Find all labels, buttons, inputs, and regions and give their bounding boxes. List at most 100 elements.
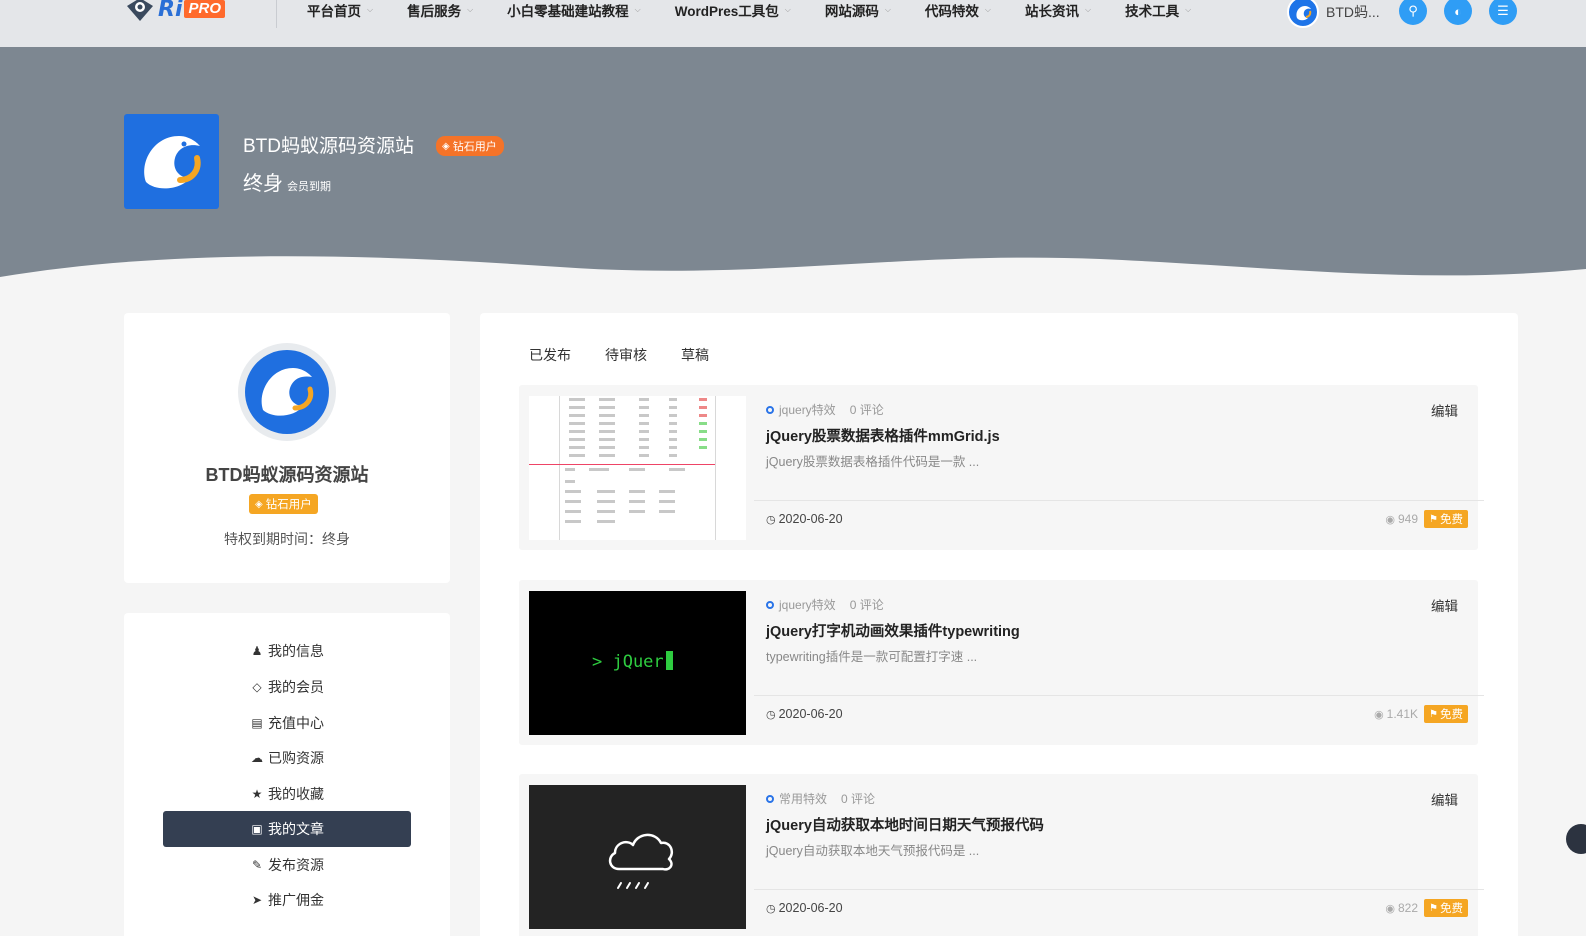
search-button[interactable]: ⚲ xyxy=(1399,0,1427,25)
profile-card: BTD蚂蚁源码资源站 ◈ 钻石用户 特权到期时间：终身 xyxy=(124,313,450,583)
hero-user-name: BTD蚂蚁源码资源站 xyxy=(243,136,415,157)
nav-label: 代码特效 xyxy=(924,4,979,19)
tab-published[interactable]: 已发布 xyxy=(529,345,571,365)
article-date-text: 2020-06-20 xyxy=(778,707,843,721)
chevron-down-icon: ⌵ xyxy=(367,5,374,14)
nav-item-source-code[interactable]: 网站源码 ⌵ xyxy=(825,0,891,20)
article-excerpt: jQuery股票数据表格插件代码是一款 ... xyxy=(766,455,980,469)
menu-item-my-membership[interactable]: ◇ 我的会员 xyxy=(163,669,411,705)
views-count: 949 xyxy=(1398,512,1419,526)
article-excerpt: typewriting插件是一款可配置打字速 ... xyxy=(766,650,978,664)
theme-toggle-button[interactable]: ◐ xyxy=(1444,0,1472,25)
logo-icon xyxy=(127,0,153,21)
article-date: ◷ 2020-06-20 xyxy=(766,901,843,915)
nav-label: WordPres工具包 xyxy=(674,4,779,19)
menu-item-recharge[interactable]: ▤ 充值中心 xyxy=(163,705,411,741)
edit-article-link[interactable]: 编辑 xyxy=(1431,400,1458,420)
logo-text-ri: Ri xyxy=(158,0,183,22)
cursor-block xyxy=(665,651,673,670)
nav-item-wordpress-tools[interactable]: WordPres工具包 ⌵ xyxy=(675,0,791,20)
menu-label: 推广佣金 xyxy=(268,892,324,908)
tab-pending[interactable]: 待审核 xyxy=(605,345,647,365)
menu-item-my-articles[interactable]: ▣ 我的文章 xyxy=(163,811,411,847)
article-item: > jQuer jquery特效 0 评论 编辑 jQuery打字机动画效果插件… xyxy=(519,580,1484,745)
nav-item-webmaster-news[interactable]: 站长资讯 ⌵ xyxy=(1025,0,1091,20)
main-nav: 平台首页 ⌵ 售后服务 ⌵ 小白零基础建站教程 ⌵ WordPres工具包 ⌵ 网站源码… xyxy=(307,0,1225,22)
nav-label: 小白零基础建站教程 xyxy=(507,4,629,19)
profile-user-name: BTD蚂蚁源码资源站 xyxy=(205,465,369,485)
price-label: 免费 xyxy=(1440,709,1463,721)
expiry-label: 会员到期 xyxy=(287,181,331,193)
cloud-download-icon: ☁ xyxy=(251,751,263,765)
nav-item-after-sales[interactable]: 售后服务 ⌵ xyxy=(407,0,473,20)
hero-wave-divider xyxy=(0,256,1586,287)
article-category[interactable]: 常用特效 xyxy=(779,790,827,807)
menu-item-purchased[interactable]: ☁ 已购资源 xyxy=(163,740,411,776)
typewriter-text: > jQuer xyxy=(592,652,664,672)
tab-drafts[interactable]: 草稿 xyxy=(681,345,709,365)
eye-icon: ◉ xyxy=(1374,708,1384,721)
chevron-down-icon: ⌵ xyxy=(984,5,991,14)
article-category[interactable]: jquery特效 xyxy=(779,401,836,418)
nav-item-home[interactable]: 平台首页 ⌵ xyxy=(307,0,373,20)
article-stats: ◉ 1.41K ⚑ 免费 xyxy=(1374,705,1468,723)
clock-icon: ◷ xyxy=(766,708,776,721)
expiry-value: 终身 xyxy=(243,173,283,195)
user-name: BTD蚂... xyxy=(1326,4,1380,20)
price-badge: ⚑ 免费 xyxy=(1424,899,1468,917)
article-views: ◉ 1.41K xyxy=(1374,707,1418,721)
nav-item-code-effects[interactable]: 代码特效 ⌵ xyxy=(925,0,991,20)
list-menu-button[interactable]: ☰ xyxy=(1489,0,1517,25)
nav-item-tutorials[interactable]: 小白零基础建站教程 ⌵ xyxy=(507,0,641,20)
user-menu[interactable]: BTD蚂... xyxy=(1287,0,1380,28)
article-divider xyxy=(754,695,1484,696)
chevron-down-icon: ⌵ xyxy=(884,5,891,14)
article-date-text: 2020-06-20 xyxy=(778,901,843,915)
chevron-down-icon: ⌵ xyxy=(1085,5,1092,14)
user-menu-card: ♟ 我的信息 ◇ 我的会员 ▤ 充值中心 ☁ 已购资源 ★ 我的收藏 ▣ 我的文章 ✎ 发布资… xyxy=(124,613,450,936)
nav-label: 网站源码 xyxy=(824,4,879,19)
menu-item-publish[interactable]: ✎ 发布资源 xyxy=(163,847,411,883)
category-dot-icon xyxy=(766,405,774,414)
nav-label: 平台首页 xyxy=(307,4,361,19)
clock-icon: ◷ xyxy=(766,902,776,915)
back-to-top-button[interactable] xyxy=(1566,824,1586,854)
logo-text-pro: PRO xyxy=(184,0,225,18)
article-category[interactable]: jquery特效 xyxy=(779,596,836,613)
chevron-down-icon: ⌵ xyxy=(1185,5,1192,14)
chevron-down-icon: ⌵ xyxy=(784,5,791,14)
menu-item-favorites[interactable]: ★ 我的收藏 xyxy=(163,776,411,812)
paper-plane-icon: ➤ xyxy=(251,893,263,907)
tag-icon: ⚑ xyxy=(1429,902,1438,914)
menu-label: 我的会员 xyxy=(268,679,324,695)
menu-item-commission[interactable]: ➤ 推广佣金 xyxy=(163,882,411,918)
pencil-icon: ✎ xyxy=(251,858,263,872)
article-stats: ◉ 822 ⚑ 免费 xyxy=(1385,899,1468,917)
article-thumbnail[interactable]: > jQuer xyxy=(529,591,746,735)
edit-article-link[interactable]: 编辑 xyxy=(1431,789,1458,809)
site-logo[interactable]: Ri PRO xyxy=(124,0,225,24)
article-date: ◷ 2020-06-20 xyxy=(766,707,843,721)
article-title[interactable]: jQuery自动获取本地时间日期天气预报代码 xyxy=(766,814,1044,835)
menu-item-my-info[interactable]: ♟ 我的信息 xyxy=(163,633,411,669)
article-title[interactable]: jQuery打字机动画效果插件typewriting xyxy=(766,620,1020,641)
article-status-tabs: 已发布 待审核 草稿 xyxy=(529,345,743,365)
clock-icon: ◷ xyxy=(766,513,776,526)
diamond-icon: ◈ xyxy=(442,140,450,152)
article-title[interactable]: jQuery股票数据表格插件mmGrid.js xyxy=(766,425,1000,446)
article-thumbnail[interactable] xyxy=(529,785,746,929)
article-meta: 常用特效 0 评论 xyxy=(766,790,875,807)
nav-item-tech-tools[interactable]: 技术工具 ⌵ xyxy=(1125,0,1191,20)
category-dot-icon xyxy=(766,794,774,803)
price-label: 免费 xyxy=(1440,514,1463,526)
edit-article-link[interactable]: 编辑 xyxy=(1431,595,1458,615)
top-navbar: Ri PRO 平台首页 ⌵ 售后服务 ⌵ 小白零基础建站教程 ⌵ WordPres工具… xyxy=(0,0,1586,47)
article-thumbnail[interactable] xyxy=(529,396,746,540)
article-comments: 0 评论 xyxy=(841,792,876,806)
file-icon: ▣ xyxy=(251,822,263,836)
article-divider xyxy=(754,500,1484,501)
price-label: 免费 xyxy=(1440,903,1463,915)
article-divider xyxy=(754,889,1484,890)
list-menu-icon: ☰ xyxy=(1497,3,1509,18)
credit-card-icon: ▤ xyxy=(251,716,263,730)
